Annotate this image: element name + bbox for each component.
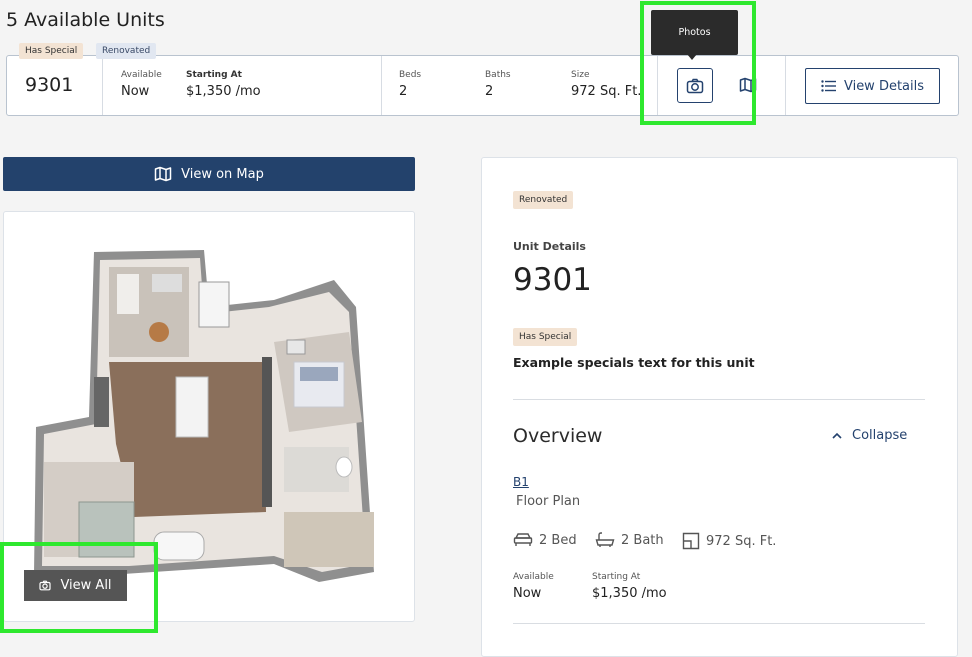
beds-value: 2 (399, 84, 408, 99)
size-text: 972 Sq. Ft. (706, 533, 777, 549)
baths-label: Baths (485, 70, 511, 80)
page-title: 5 Available Units (6, 9, 165, 31)
renovated-tag: Renovated (513, 191, 574, 209)
size-feature: 972 Sq. Ft. (682, 532, 776, 550)
beds-feature: 2 Bed (513, 532, 577, 548)
starting-at-value: $1,350 /mo (592, 586, 667, 601)
bed-icon (513, 533, 533, 546)
renovated-tag: Renovated (96, 43, 157, 59)
collapse-button[interactable]: Collapse (832, 428, 907, 443)
size-icon (682, 532, 700, 550)
highlight-view-all (0, 542, 158, 633)
bath-icon (595, 532, 615, 547)
available-label: Available (513, 572, 554, 582)
view-details-button[interactable]: View Details (805, 68, 940, 104)
map-icon (154, 166, 172, 182)
view-on-map-label: View on Map (181, 166, 264, 182)
baths-value: 2 (485, 84, 494, 99)
unit-number: 9301 (25, 74, 74, 96)
baths-text: 2 Bath (621, 532, 664, 548)
beds-text: 2 Bed (539, 532, 577, 548)
has-special-tag: Has Special (513, 328, 578, 346)
specials-text: Example specials text for this unit (513, 355, 755, 370)
floor-plan-label: Floor Plan (516, 494, 581, 509)
divider (513, 623, 925, 624)
chevron-up-icon (832, 432, 842, 439)
view-on-map-button[interactable]: View on Map (3, 157, 415, 191)
available-value: Now (121, 84, 150, 99)
available-value: Now (513, 586, 542, 601)
divider (785, 56, 786, 115)
size-value: 972 Sq. Ft. (571, 84, 642, 99)
has-special-tag: Has Special (19, 43, 84, 59)
unit-details-label: Unit Details (513, 240, 586, 253)
beds-label: Beds (399, 70, 422, 80)
collapse-label: Collapse (852, 428, 908, 443)
starting-at-label: Starting At (186, 70, 242, 80)
floor-plan-link[interactable]: B1 (513, 475, 529, 489)
size-label: Size (571, 70, 590, 80)
divider (513, 399, 925, 400)
starting-at-label: Starting At (592, 572, 641, 582)
overview-title: Overview (513, 425, 603, 447)
divider (381, 56, 382, 115)
unit-number-large: 9301 (513, 262, 592, 298)
highlight-photos (640, 1, 756, 125)
divider (102, 56, 103, 115)
unit-detail-panel (481, 157, 958, 657)
available-label: Available (121, 70, 162, 80)
baths-feature: 2 Bath (595, 532, 664, 548)
list-icon (821, 80, 836, 92)
view-details-label: View Details (843, 78, 925, 94)
starting-at-value: $1,350 /mo (186, 84, 261, 99)
